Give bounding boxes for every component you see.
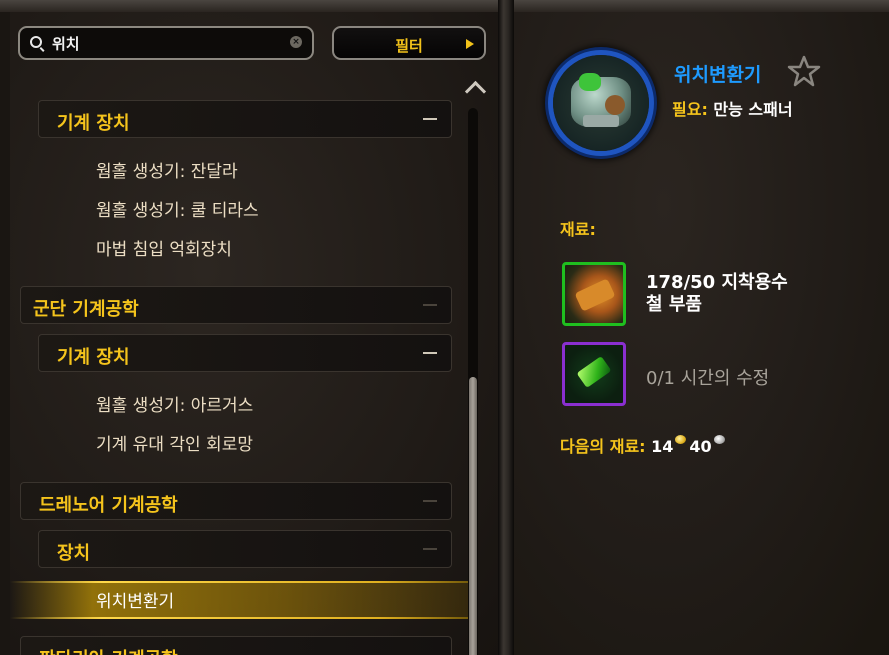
recipe-list-item[interactable]: 웜홀 생성기: 쿨 티라스 xyxy=(96,196,259,221)
category-header[interactable]: 군단 기계공학 xyxy=(20,286,452,324)
filter-button[interactable]: 필터 xyxy=(332,26,486,60)
category-header[interactable]: 판다리아 기계공학 xyxy=(20,636,452,655)
collapse-icon[interactable] xyxy=(423,118,437,120)
gold-amount: 14 xyxy=(651,437,674,456)
search-icon xyxy=(30,36,42,48)
recipe-list-item[interactable]: 웜홀 생성기: 아르거스 xyxy=(96,391,253,416)
optional-reagents-label: 다음의 재료: xyxy=(560,437,646,456)
collapse-icon[interactable] xyxy=(423,304,437,306)
selected-recipe-highlight[interactable] xyxy=(10,581,470,619)
category-header[interactable]: 드레노어 기계공학 xyxy=(20,482,452,520)
reagents-heading: 재료: xyxy=(560,220,596,239)
requires-value: 만능 스패너 xyxy=(713,100,793,119)
scrollbar-thumb[interactable] xyxy=(469,377,477,655)
gold-coin-icon xyxy=(675,435,687,444)
silver-coin-icon xyxy=(713,435,725,444)
requires-line: 필요: 만능 스패너 xyxy=(672,96,793,120)
category-header-label: 판다리아 기계공학 xyxy=(39,645,178,655)
reagent-name-line2: 철 부품 xyxy=(646,294,702,315)
reagent-icon[interactable] xyxy=(562,342,626,406)
category-subheader-label: 장치 xyxy=(57,543,91,564)
reagent-label: 178/50 지착용수 철 부품 xyxy=(646,272,788,316)
reagent-count: 178/50 xyxy=(646,272,716,293)
silver-amount: 40 xyxy=(689,437,712,456)
category-subheader-label: 기계 장치 xyxy=(57,347,130,368)
category-subheader-label: 기계 장치 xyxy=(57,113,130,134)
search-input[interactable] xyxy=(52,33,272,53)
reagent-count: 0/1 xyxy=(646,368,675,389)
favorite-star-icon[interactable] xyxy=(786,54,822,88)
reagent-icon[interactable] xyxy=(562,262,626,326)
category-header-label: 드레노어 기계공학 xyxy=(39,495,178,516)
collapse-icon[interactable] xyxy=(423,500,437,502)
recipe-icon[interactable] xyxy=(553,55,649,151)
category-subheader[interactable]: 기계 장치 xyxy=(38,334,452,372)
requires-label: 필요: xyxy=(672,100,708,119)
reagent-name: 지착용수 xyxy=(721,272,788,293)
recipe-list-panel: × 필터 기계 장치 웜홀 생성기: 잔달라 웜홀 생성기: 쿨 티라스 마법 … xyxy=(10,12,498,655)
recipe-list-item[interactable]: 마법 침입 억회장치 xyxy=(96,235,232,260)
reagent-label: 0/1 시간의 수정 xyxy=(646,368,769,390)
search-box[interactable]: × xyxy=(18,26,314,60)
panel-divider xyxy=(498,0,514,655)
category-header-label: 군단 기계공학 xyxy=(33,299,139,320)
recipe-title: 위치변환기 xyxy=(674,64,762,86)
selected-recipe-item[interactable]: 위치변환기 xyxy=(96,587,174,612)
collapse-icon[interactable] xyxy=(423,548,437,550)
clear-search-icon[interactable]: × xyxy=(290,36,302,48)
arrow-right-icon xyxy=(466,39,474,49)
collapse-icon[interactable] xyxy=(423,352,437,354)
recipe-list-item[interactable]: 웜홀 생성기: 잔달라 xyxy=(96,157,238,182)
filter-button-label: 필터 xyxy=(395,37,423,55)
category-subheader[interactable]: 장치 xyxy=(38,530,452,568)
optional-reagents-line: 다음의 재료: 14 40 xyxy=(560,433,728,457)
scroll-up-button[interactable] xyxy=(462,78,490,94)
recipe-detail-panel: 위치변환기 필요: 만능 스패너 재료: 178/50 지착용수 철 부품 0/… xyxy=(514,12,889,655)
recipe-list-item[interactable]: 기계 유대 각인 회로망 xyxy=(96,430,253,455)
category-subheader[interactable]: 기계 장치 xyxy=(38,100,452,138)
reagent-name: 시간의 수정 xyxy=(680,368,770,389)
window-top-border xyxy=(0,0,889,12)
